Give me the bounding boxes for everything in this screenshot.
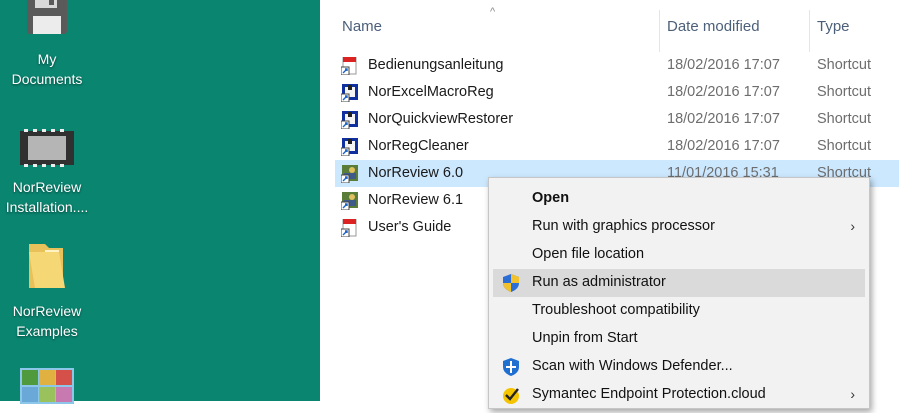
menu-item-unpin-from-start[interactable]: Unpin from Start bbox=[493, 325, 865, 353]
file-row[interactable]: NorExcelMacroReg 18/02/2016 17:07 Shortcut bbox=[335, 79, 899, 106]
photo-app-icon bbox=[20, 368, 74, 404]
sort-ascending-icon: ^ bbox=[490, 6, 496, 18]
app-shortcut-icon bbox=[340, 138, 359, 157]
uac-shield-icon bbox=[501, 273, 521, 293]
folder-icon bbox=[29, 244, 65, 288]
menu-item-scan-with-windows-defender[interactable]: Scan with Windows Defender... bbox=[493, 353, 865, 381]
menu-item-label: Troubleshoot compatibility bbox=[532, 302, 700, 318]
file-name: NorRegCleaner bbox=[368, 138, 469, 154]
file-name: NorReview 6.1 bbox=[368, 192, 464, 208]
file-name: NorReview 6.0 bbox=[368, 165, 464, 181]
submenu-arrow-icon: › bbox=[850, 218, 855, 234]
file-type: Shortcut bbox=[817, 84, 871, 100]
desktop: My Documents NorReview Installation.... … bbox=[0, 0, 320, 404]
file-date-modified: 18/02/2016 17:07 bbox=[667, 57, 780, 73]
symantec-icon bbox=[501, 385, 521, 405]
column-divider[interactable] bbox=[659, 10, 660, 52]
file-name: User's Guide bbox=[368, 219, 452, 235]
file-row[interactable]: Bedienungsanleitung 18/02/2016 17:07 Short… bbox=[335, 52, 899, 79]
file-name: NorExcelMacroReg bbox=[368, 84, 494, 100]
file-name: Bedienungsanleitung bbox=[368, 57, 504, 73]
menu-item-label: Symantec Endpoint Protection.cloud bbox=[532, 386, 766, 402]
installer-icon bbox=[20, 129, 74, 167]
norreview-shortcut-icon bbox=[340, 192, 359, 211]
pdf-shortcut-icon bbox=[340, 218, 359, 238]
file-type: Shortcut bbox=[817, 57, 871, 73]
menu-item-symantec-endpoint-protection-cloud[interactable]: Symantec Endpoint Protection.cloud › bbox=[493, 381, 865, 409]
menu-item-troubleshoot-compatibility[interactable]: Troubleshoot compatibility bbox=[493, 297, 865, 325]
menu-item-run-with-graphics-processor[interactable]: Run with graphics processor › bbox=[493, 213, 865, 241]
file-row[interactable]: NorRegCleaner 18/02/2016 17:07 Shortcut bbox=[335, 133, 899, 160]
windows-defender-icon bbox=[501, 357, 521, 377]
menu-item-label: Open bbox=[532, 190, 570, 206]
file-date-modified: 18/02/2016 17:07 bbox=[667, 84, 780, 100]
menu-item-open[interactable]: Open bbox=[493, 185, 865, 213]
menu-item-run-as-administrator[interactable]: Run as administrator bbox=[493, 269, 865, 297]
submenu-arrow-icon: › bbox=[850, 386, 855, 402]
app-shortcut-icon bbox=[340, 84, 359, 103]
menu-item-label: Scan with Windows Defender... bbox=[532, 358, 733, 374]
menu-item-open-file-location[interactable]: Open file location bbox=[493, 241, 865, 269]
pdf-shortcut-icon bbox=[340, 56, 359, 76]
file-name: NorQuickviewRestorer bbox=[368, 111, 514, 127]
floppy-disk-icon bbox=[27, 0, 67, 34]
context-menu: Open Run with graphics processor › Open fil… bbox=[488, 177, 870, 409]
desktop-icon-photo-app[interactable] bbox=[0, 368, 94, 413]
menu-item-label: Open file location bbox=[532, 246, 645, 262]
menu-item-label: Unpin from Start bbox=[532, 330, 638, 346]
desktop-icon-norreview-examples[interactable]: NorReview Examples bbox=[0, 240, 94, 341]
desktop-icon-label: My Documents bbox=[11, 51, 83, 87]
column-divider[interactable] bbox=[809, 10, 810, 52]
norreview-shortcut-icon bbox=[340, 165, 359, 184]
file-type: Shortcut bbox=[817, 111, 871, 127]
desktop-icon-norreview-installation[interactable]: NorReview Installation.... bbox=[0, 128, 94, 217]
file-row[interactable]: NorQuickviewRestorer 18/02/2016 17:07 Shor… bbox=[335, 106, 899, 133]
file-date-modified: 18/02/2016 17:07 bbox=[667, 111, 780, 127]
desktop-icon-label: NorReview Examples bbox=[12, 303, 82, 339]
desktop-icon-label: NorReview Installation.... bbox=[5, 179, 89, 215]
file-date-modified: 18/02/2016 17:07 bbox=[667, 138, 780, 154]
column-header-date-modified[interactable]: Date modified bbox=[667, 18, 760, 35]
column-header-name[interactable]: Name bbox=[342, 18, 382, 35]
column-header-type[interactable]: Type bbox=[817, 18, 850, 35]
app-shortcut-icon bbox=[340, 111, 359, 130]
desktop-icon-my-documents[interactable]: My Documents bbox=[0, 0, 94, 89]
menu-item-label: Run with graphics processor bbox=[532, 218, 715, 234]
file-type: Shortcut bbox=[817, 138, 871, 154]
menu-item-label: Run as administrator bbox=[532, 274, 666, 290]
column-header-bar: ^ Name Date modified Type bbox=[320, 0, 899, 52]
